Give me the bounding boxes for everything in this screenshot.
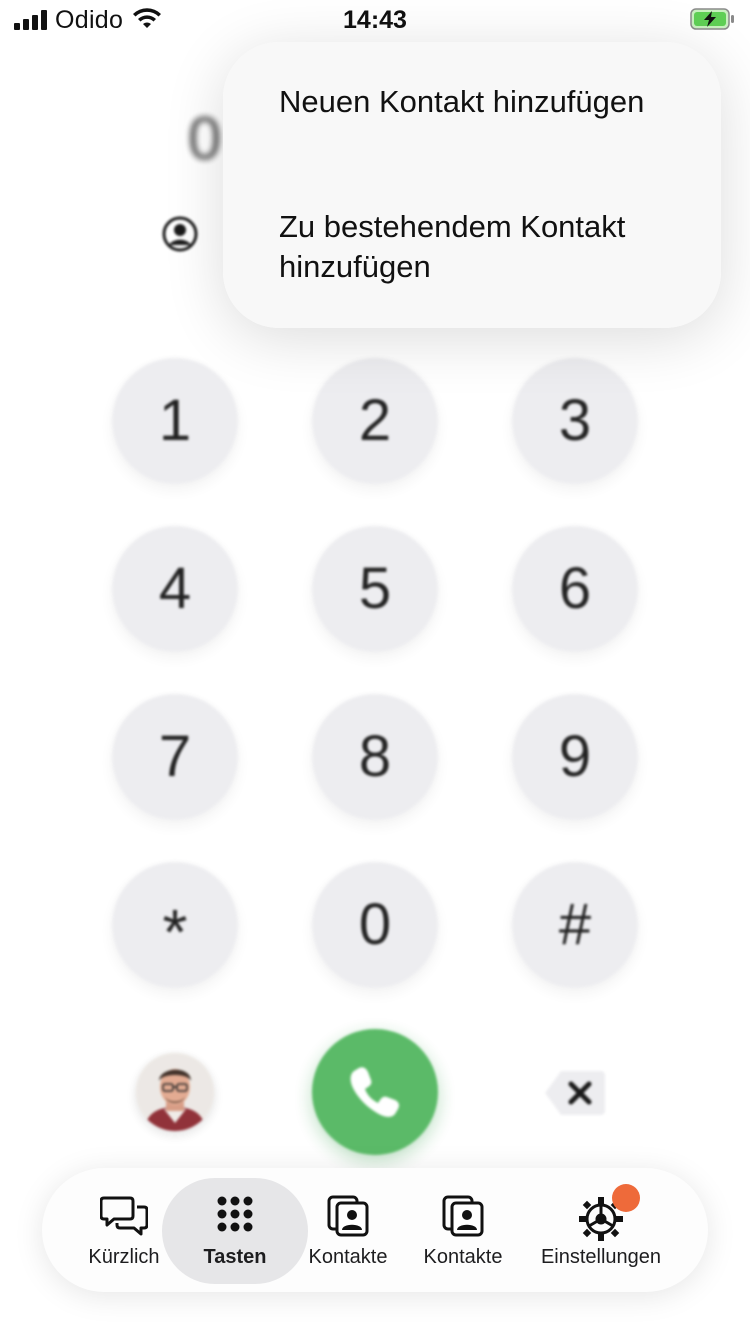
contacts-icon [327, 1195, 369, 1237]
tab-settings[interactable]: Einstellungen [532, 1190, 670, 1280]
key-hash[interactable]: # [512, 862, 638, 988]
key-2[interactable]: 2 [312, 358, 438, 484]
tab-contacts-2[interactable]: Kontakte [415, 1190, 511, 1280]
key-1[interactable]: 1 [112, 358, 238, 484]
avatar[interactable] [136, 1053, 214, 1131]
backspace-icon[interactable] [545, 1069, 605, 1117]
tab-label: Kontakte [308, 1246, 388, 1268]
key-4[interactable]: 4 [112, 526, 238, 652]
chat-bubbles-icon [100, 1196, 148, 1236]
key-7[interactable]: 7 [112, 694, 238, 820]
tab-label: Kontakte [423, 1246, 503, 1268]
menu-item-new-contact[interactable]: Neuen Kontakt hinzufügen [279, 82, 699, 122]
tab-label: Tasten [203, 1246, 267, 1268]
keypad-grid-icon [217, 1196, 253, 1232]
key-8[interactable]: 8 [312, 694, 438, 820]
key-0[interactable]: 0 [312, 862, 438, 988]
tab-label: Einstellungen [540, 1246, 662, 1268]
user-photo [136, 1053, 214, 1131]
add-contact-menu: Neuen Kontakt hinzufügen Zu bestehendem … [223, 42, 721, 328]
key-6[interactable]: 6 [512, 526, 638, 652]
contacts-icon [442, 1195, 484, 1237]
settings-badge [612, 1184, 640, 1212]
contact-person-icon [162, 216, 198, 252]
tab-recents[interactable]: Kürzlich [78, 1190, 170, 1280]
phone-icon [350, 1067, 399, 1117]
tab-keypad[interactable]: Tasten [185, 1190, 285, 1280]
menu-item-existing-contact[interactable]: Zu bestehendem Kontakt hinzufügen [279, 207, 699, 287]
key-9[interactable]: 9 [512, 694, 638, 820]
tab-contacts[interactable]: Kontakte [300, 1190, 396, 1280]
call-button[interactable] [312, 1029, 438, 1155]
key-3[interactable]: 3 [512, 358, 638, 484]
key-star[interactable]: * [112, 862, 238, 988]
tab-label: Kürzlich [88, 1246, 160, 1268]
key-5[interactable]: 5 [312, 526, 438, 652]
